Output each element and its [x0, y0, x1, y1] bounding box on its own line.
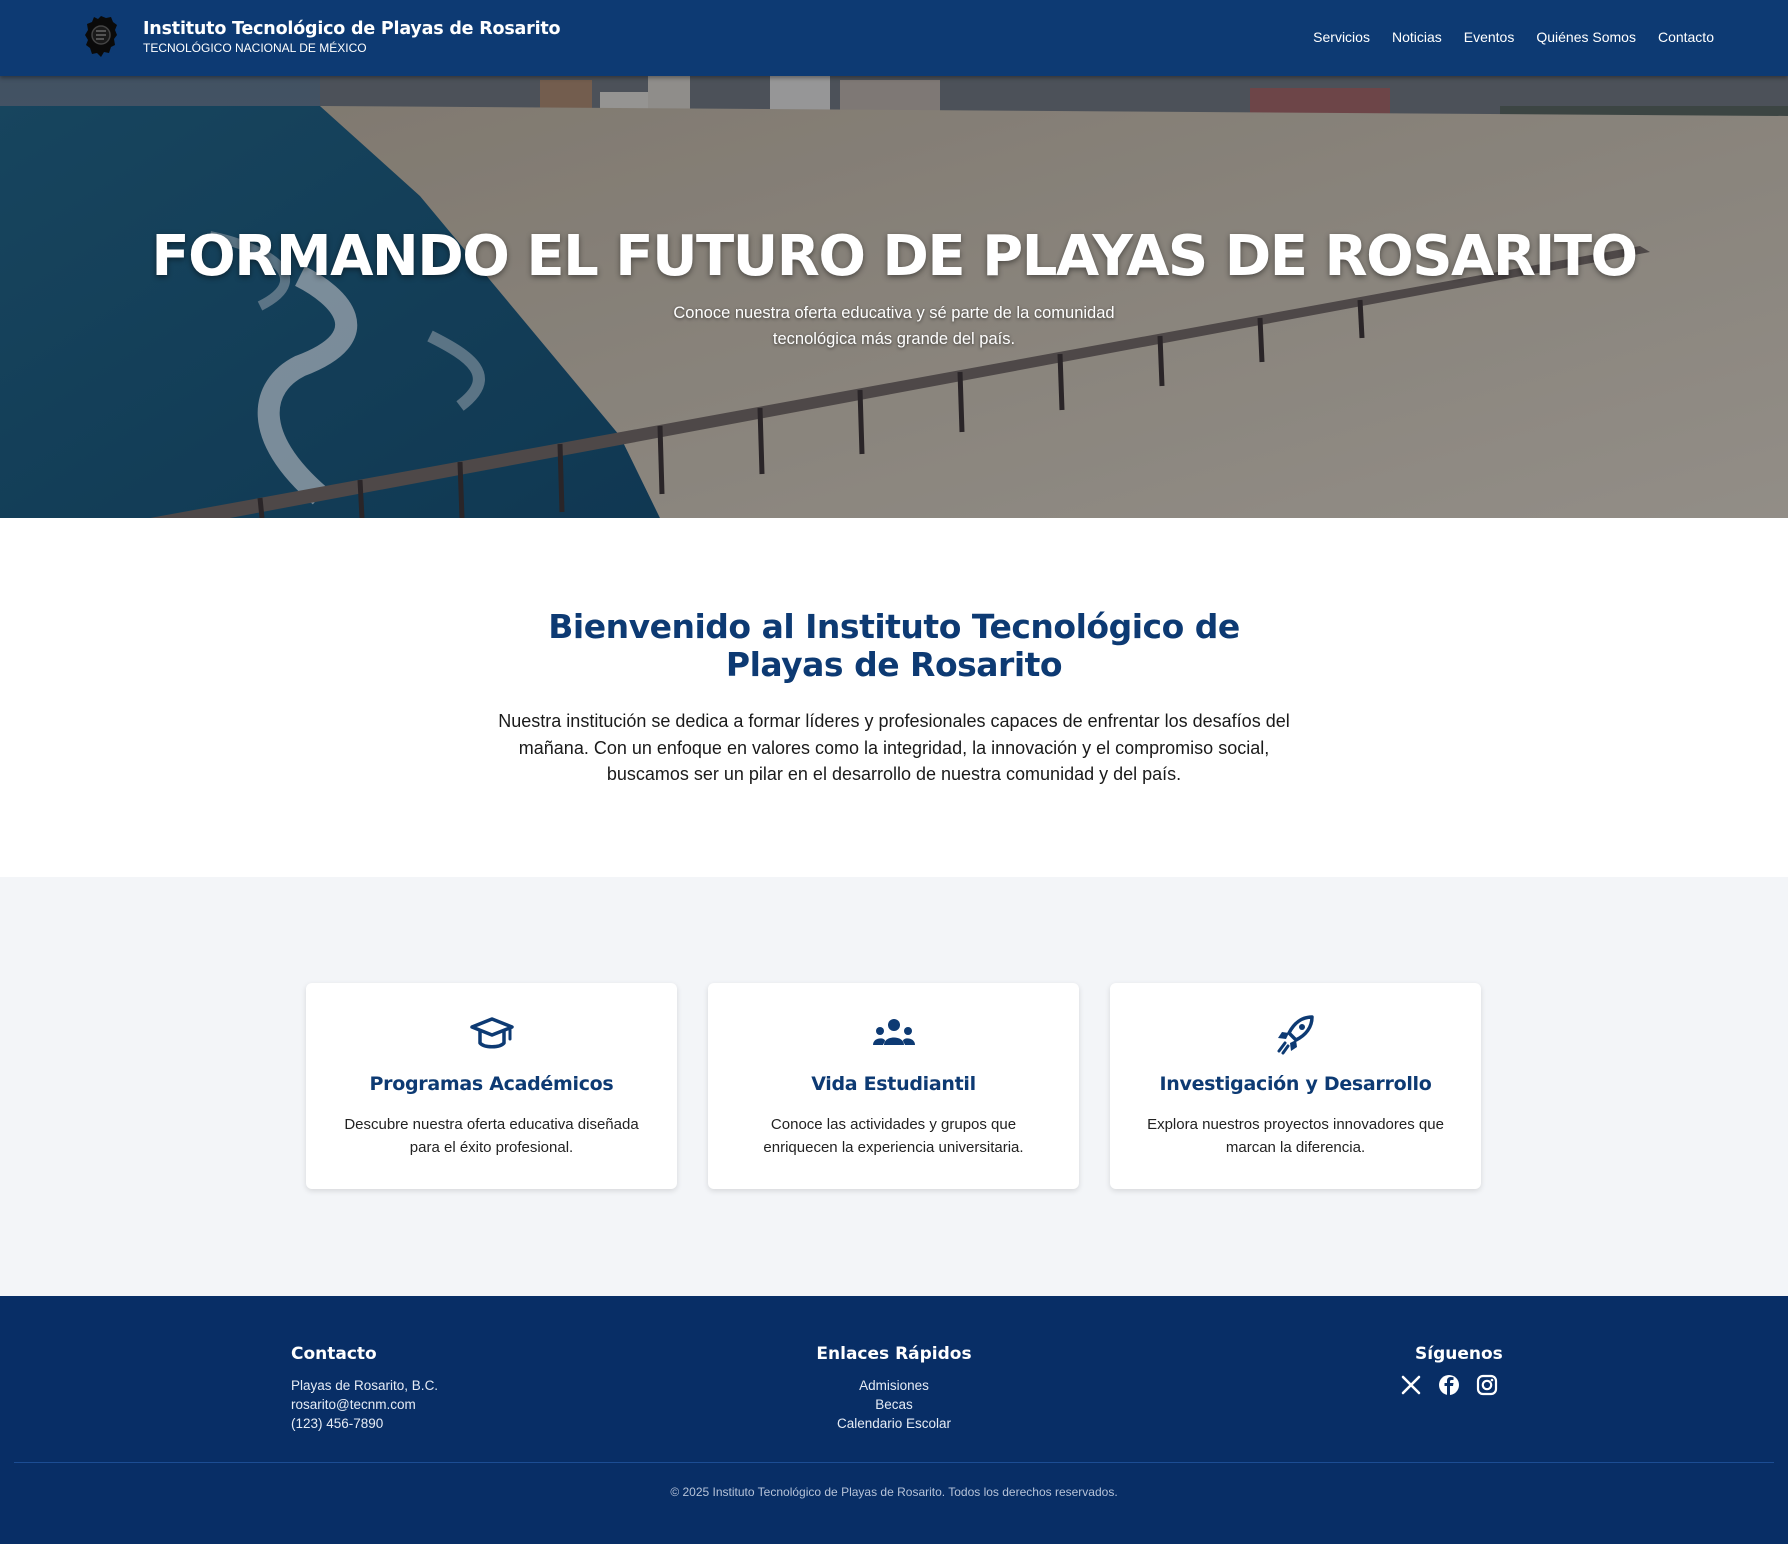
hero-subtitle: Conoce nuestra oferta educativa y sé par…: [673, 304, 1115, 348]
footer-divider: [14, 1462, 1774, 1463]
facebook-icon[interactable]: [1438, 1374, 1460, 1396]
main-nav: Servicios Noticias Eventos Quiénes Somos…: [1313, 29, 1714, 45]
welcome-text: Nuestra institución se dedica a formar l…: [498, 711, 1290, 784]
feature-card-programas[interactable]: Programas Académicos Descubre nuestra of…: [306, 983, 677, 1189]
tecnm-logo[interactable]: [84, 14, 118, 60]
footer-links-heading: Enlaces Rápidos: [816, 1344, 972, 1364]
welcome-section: Bienvenido al Instituto Tecnológico de P…: [0, 518, 1788, 877]
x-icon[interactable]: [1400, 1374, 1422, 1396]
contact-email[interactable]: rosarito@tecnm.com: [291, 1395, 438, 1414]
rocket-icon: [1277, 1015, 1314, 1055]
footer-contact-list: Playas de Rosarito, B.C. rosarito@tecnm.…: [291, 1376, 438, 1433]
copyright: © 2025 Instituto Tecnológico de Playas d…: [670, 1485, 1118, 1499]
feature-card-investigacion[interactable]: Investigación y Desarrollo Explora nuest…: [1110, 983, 1481, 1189]
link-admisiones[interactable]: Admisiones: [794, 1376, 994, 1395]
card-text: Descubre nuestra oferta educativa diseña…: [344, 1116, 639, 1156]
card-title: Vida Estudiantil: [811, 1073, 976, 1095]
nav-eventos[interactable]: Eventos: [1464, 29, 1515, 45]
nav-noticias[interactable]: Noticias: [1392, 29, 1442, 45]
users-icon: [872, 1019, 915, 1045]
nav-quienes-somos[interactable]: Quiénes Somos: [1536, 29, 1636, 45]
nav-servicios[interactable]: Servicios: [1313, 29, 1370, 45]
site-header: Instituto Tecnológico de Playas de Rosar…: [0, 0, 1788, 76]
footer-social-heading: Síguenos: [1415, 1344, 1503, 1364]
card-text: Conoce las actividades y grupos que enri…: [763, 1116, 1024, 1156]
hero-overlay: [0, 76, 1788, 518]
site-subtitle: TECNOLÓGICO NACIONAL DE MÉXICO: [143, 41, 367, 55]
nav-contacto[interactable]: Contacto: [1658, 29, 1714, 45]
welcome-title: Bienvenido al Instituto Tecnológico de P…: [548, 607, 1240, 684]
footer-contact-heading: Contacto: [291, 1344, 377, 1364]
feature-card-vida-estudiantil[interactable]: Vida Estudiantil Conoce las actividades …: [708, 983, 1079, 1189]
card-title: Investigación y Desarrollo: [1159, 1073, 1432, 1095]
site-title[interactable]: Instituto Tecnológico de Playas de Rosar…: [143, 19, 561, 39]
graduation-cap-icon: [469, 1017, 514, 1049]
hero-title: FORMANDO EL FUTURO DE PLAYAS DE ROSARITO: [151, 224, 1638, 289]
card-text: Explora nuestros proyectos innovadores q…: [1147, 1116, 1444, 1156]
site-footer: Contacto Playas de Rosarito, B.C. rosari…: [0, 1296, 1788, 1544]
features-section: Programas Académicos Descubre nuestra of…: [0, 877, 1788, 1296]
link-calendario-escolar[interactable]: Calendario Escolar: [794, 1414, 994, 1433]
link-becas[interactable]: Becas: [794, 1395, 994, 1414]
footer-links-list: Admisiones Becas Calendario Escolar: [794, 1376, 994, 1433]
card-title: Programas Académicos: [369, 1073, 614, 1095]
hero-section: FORMANDO EL FUTURO DE PLAYAS DE ROSARITO…: [0, 76, 1788, 518]
social-links: [1400, 1374, 1498, 1396]
contact-phone[interactable]: (123) 456-7890: [291, 1414, 438, 1433]
contact-address: Playas de Rosarito, B.C.: [291, 1378, 439, 1393]
instagram-icon[interactable]: [1476, 1374, 1498, 1396]
